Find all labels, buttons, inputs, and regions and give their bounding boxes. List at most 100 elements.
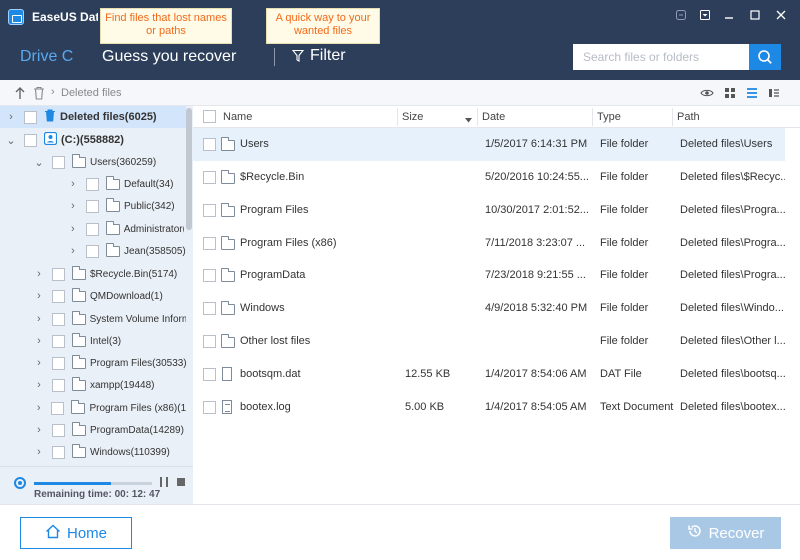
tree-item-public[interactable]: › Public(342)	[68, 195, 186, 217]
file-type: DAT File	[600, 368, 642, 380]
tree-item-jean[interactable]: › Jean(358505)	[68, 240, 186, 262]
list-view-icon[interactable]	[745, 86, 759, 100]
stop-icon[interactable]	[177, 478, 185, 486]
tree-item-xampp[interactable]: › xampp(19448)	[34, 374, 186, 396]
tree-checkbox[interactable]	[52, 334, 65, 348]
tree-item-recycle-bin[interactable]: › $Recycle.Bin(5174)	[34, 263, 186, 285]
table-row[interactable]: Program Files 10/30/2017 2:01:52... File…	[193, 194, 785, 227]
tree-checkbox[interactable]	[52, 267, 65, 281]
up-arrow-icon[interactable]	[14, 86, 26, 103]
tree-checkbox[interactable]	[52, 289, 65, 303]
row-checkbox[interactable]	[203, 335, 216, 348]
row-checkbox[interactable]	[203, 269, 216, 282]
column-divider[interactable]	[592, 108, 593, 126]
column-date[interactable]: Date	[482, 111, 505, 123]
tree-item-programdata[interactable]: › ProgramData(14289)	[34, 419, 186, 441]
table-row[interactable]: $Recycle.Bin 5/20/2016 10:24:55... File …	[193, 161, 785, 194]
tree-checkbox[interactable]	[52, 378, 65, 392]
tree-checkbox[interactable]	[52, 155, 65, 169]
grid-view-icon[interactable]	[723, 86, 737, 100]
preview-eye-icon[interactable]	[700, 86, 714, 100]
tree-checkbox[interactable]	[52, 445, 65, 459]
tree-checkbox[interactable]	[24, 133, 37, 147]
breadcrumb-current[interactable]: Deleted files	[61, 87, 122, 99]
tree-item-administrator[interactable]: › Administrator(	[68, 218, 184, 240]
tree-item-program-files-x86[interactable]: › Program Files (x86)(16	[34, 397, 186, 419]
chevron-right-icon[interactable]: ›	[34, 313, 44, 325]
tree-item-qmdownload[interactable]: › QMDownload(1)	[34, 285, 186, 307]
tree-scrollbar[interactable]	[186, 108, 192, 230]
recover-button[interactable]: Recover	[670, 517, 781, 549]
select-all-checkbox[interactable]	[203, 110, 216, 123]
column-size[interactable]: Size	[402, 111, 423, 123]
column-divider[interactable]	[672, 108, 673, 126]
chevron-right-icon[interactable]: ›	[68, 223, 78, 235]
filter-button[interactable]: Filter	[292, 47, 346, 65]
tree-checkbox[interactable]	[85, 222, 99, 236]
tree-item-drive-c[interactable]: ⌄ (C:)(558882)	[0, 129, 186, 151]
tree-item-default[interactable]: › Default(34)	[68, 173, 186, 195]
column-path[interactable]: Path	[677, 111, 700, 123]
row-checkbox[interactable]	[203, 401, 216, 414]
search-input[interactable]	[573, 44, 749, 70]
search-button[interactable]	[749, 44, 781, 70]
table-row[interactable]: Windows 4/9/2018 5:32:40 PM File folder …	[193, 292, 785, 325]
restore-icon[interactable]	[672, 8, 690, 26]
row-checkbox[interactable]	[203, 302, 216, 315]
minimize-icon[interactable]	[720, 8, 738, 26]
table-row[interactable]: bootex.log 5.00 KB 1/4/2017 8:54:05 AM T…	[193, 391, 785, 424]
row-checkbox[interactable]	[203, 237, 216, 250]
file-name: Windows	[240, 302, 285, 314]
dropdown-menu-icon[interactable]	[696, 8, 714, 26]
tree-item-users[interactable]: ⌄ Users(360259)	[34, 151, 186, 173]
column-name[interactable]: Name	[223, 111, 252, 123]
tree-checkbox[interactable]	[51, 312, 65, 326]
chevron-right-icon[interactable]: ›	[34, 335, 44, 347]
row-checkbox[interactable]	[203, 204, 216, 217]
home-button[interactable]: Home	[20, 517, 132, 549]
chevron-right-icon[interactable]: ›	[34, 268, 44, 280]
chevron-right-icon[interactable]: ›	[34, 446, 44, 458]
row-checkbox[interactable]	[203, 171, 216, 184]
table-row[interactable]: ProgramData 7/23/2018 9:21:55 ... File f…	[193, 259, 785, 292]
tab-drive-c[interactable]: Drive C	[20, 48, 73, 66]
pause-icon[interactable]	[160, 477, 168, 487]
chevron-right-icon[interactable]: ›	[34, 402, 43, 414]
tree-checkbox[interactable]	[51, 401, 65, 415]
maximize-icon[interactable]	[746, 8, 764, 26]
chevron-right-icon[interactable]: ›	[34, 357, 44, 369]
tree-checkbox[interactable]	[86, 199, 99, 213]
close-icon[interactable]	[772, 8, 790, 26]
row-checkbox[interactable]	[203, 138, 216, 151]
row-checkbox[interactable]	[203, 368, 216, 381]
chevron-right-icon[interactable]: ›	[34, 379, 44, 391]
table-row[interactable]: bootsqm.dat 12.55 KB 1/4/2017 8:54:06 AM…	[193, 358, 785, 391]
tree-checkbox[interactable]	[86, 177, 99, 191]
chevron-right-icon[interactable]: ›	[34, 424, 44, 436]
tree-item-deleted-files[interactable]: › Deleted files(6025)	[0, 106, 186, 128]
chevron-right-icon[interactable]: ›	[6, 111, 16, 123]
chevron-down-icon[interactable]: ⌄	[34, 156, 44, 169]
tree-item-program-files[interactable]: › Program Files(30533)	[34, 352, 186, 374]
table-row[interactable]: Program Files (x86) 7/11/2018 3:23:07 ..…	[193, 227, 785, 260]
column-divider[interactable]	[477, 108, 478, 126]
chevron-down-icon[interactable]: ⌄	[6, 134, 16, 147]
tree-item-intel[interactable]: › Intel(3)	[34, 330, 186, 352]
chevron-right-icon[interactable]: ›	[34, 290, 44, 302]
tree-item-system-volume[interactable]: › System Volume Inform	[34, 308, 186, 330]
column-type[interactable]: Type	[597, 111, 621, 123]
tree-item-windows[interactable]: › Windows(110399)	[34, 441, 186, 463]
chevron-right-icon[interactable]: ›	[68, 178, 78, 190]
detail-view-icon[interactable]	[767, 86, 781, 100]
tree-checkbox[interactable]	[24, 110, 37, 124]
chevron-right-icon[interactable]: ›	[68, 200, 78, 212]
tree-checkbox[interactable]	[51, 356, 65, 370]
table-row[interactable]: Users 1/5/2017 6:14:31 PM File folder De…	[193, 128, 785, 161]
tree-checkbox[interactable]	[86, 244, 99, 258]
tree-checkbox[interactable]	[52, 423, 65, 437]
chevron-right-icon[interactable]: ›	[68, 245, 78, 257]
sort-down-icon[interactable]	[465, 114, 472, 126]
table-row[interactable]: Other lost files File folder Deleted fil…	[193, 325, 785, 358]
tab-guess-you-recover[interactable]: Guess you recover	[102, 48, 236, 66]
column-divider[interactable]	[397, 108, 398, 126]
